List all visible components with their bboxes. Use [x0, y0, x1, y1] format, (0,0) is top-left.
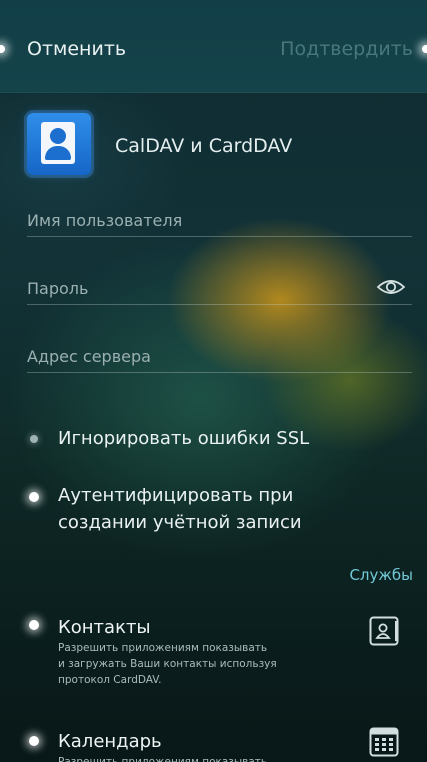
calendar-service-toggle[interactable]: Календарь Разрешить приложениям показыва…: [0, 727, 427, 762]
username-input[interactable]: [27, 211, 357, 230]
header-bar: Отменить Подтвердить: [0, 0, 427, 93]
toggle-indicator-on: [29, 736, 39, 746]
toggle-indicator-on: [29, 620, 39, 630]
edge-indicator-right: [422, 45, 427, 53]
caldav-carddav-screen: Отменить Подтвердить CalDAV и CardDAV Иг…: [0, 0, 427, 762]
calendar-description-line1: Разрешить приложениям показывать: [58, 756, 268, 762]
show-password-eye-icon[interactable]: [376, 277, 406, 297]
ignore-ssl-toggle[interactable]: Игнорировать ошибки SSL: [0, 425, 427, 457]
cancel-button[interactable]: Отменить: [27, 38, 126, 60]
contacts-description-line1: Разрешить приложениям показывать: [58, 642, 268, 654]
contacts-description-line3: протокол CardDAV.: [58, 674, 162, 686]
contact-account-icon: [27, 113, 91, 175]
calendar-icon: [369, 727, 399, 757]
contacts-title: Контакты: [58, 617, 151, 638]
ignore-ssl-label: Игнорировать ошибки SSL: [58, 428, 310, 449]
password-input[interactable]: [27, 279, 357, 298]
username-field-container: [27, 202, 412, 237]
authenticate-label-line1: Аутентифицировать при: [58, 485, 294, 506]
toggle-indicator-off: [30, 435, 38, 443]
edge-indicator-left: [0, 45, 5, 53]
contacts-description-line2: и загружать Ваши контакты используя: [58, 658, 277, 670]
confirm-button[interactable]: Подтвердить: [280, 38, 413, 60]
server-address-input[interactable]: [27, 347, 357, 366]
contact-card-icon: [369, 616, 399, 646]
authenticate-on-create-toggle[interactable]: Аутентифицировать при создании учётной з…: [0, 482, 427, 542]
password-field-container: [27, 270, 412, 305]
authenticate-label-line2: создании учётной записи: [58, 512, 302, 533]
contacts-service-toggle[interactable]: Контакты Разрешить приложениям показыват…: [0, 612, 427, 707]
toggle-indicator-on: [29, 492, 39, 502]
account-type-title: CalDAV и CardDAV: [115, 135, 293, 157]
server-field-container: [27, 338, 412, 373]
calendar-title: Календарь: [58, 731, 162, 752]
services-section-header[interactable]: Службы: [349, 566, 413, 584]
